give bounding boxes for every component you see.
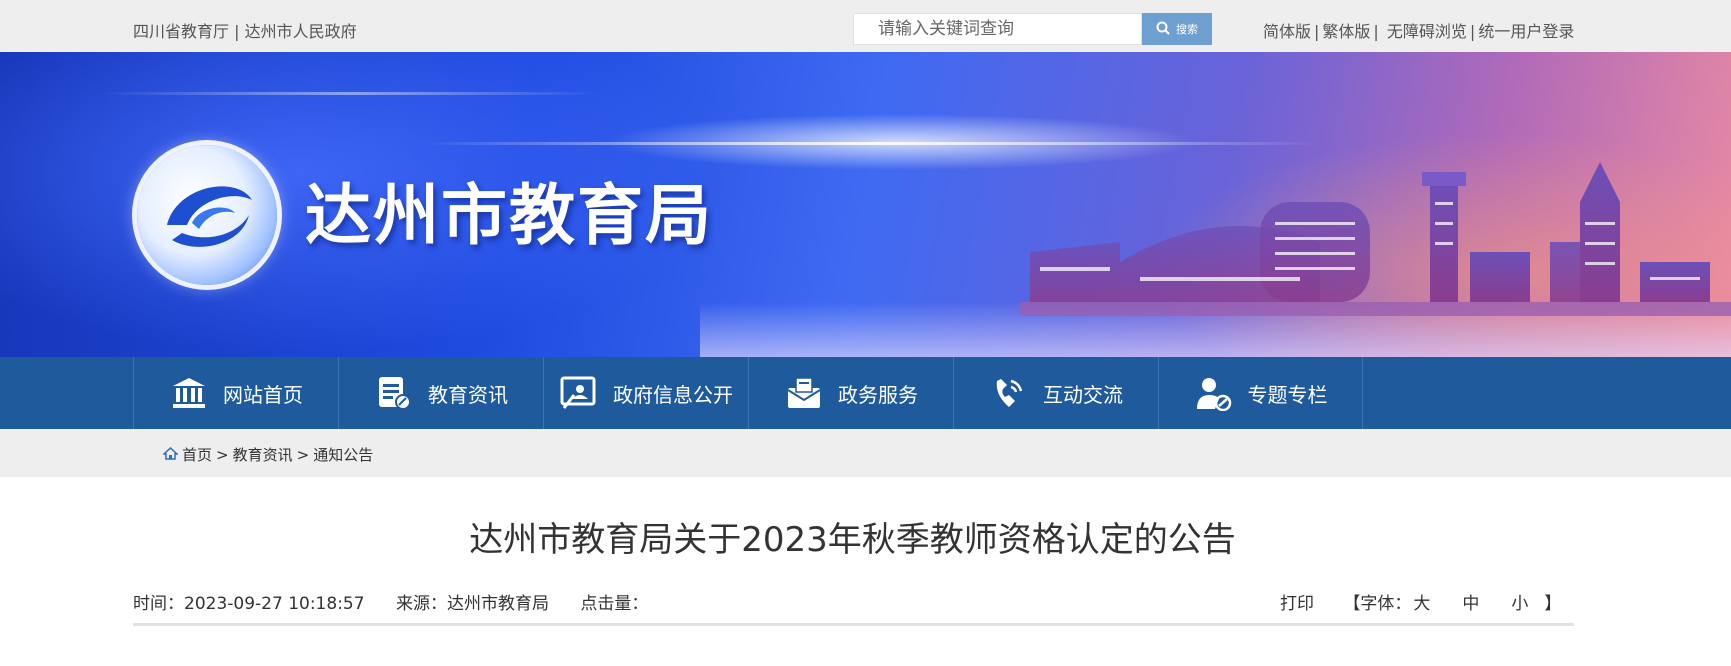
- font-size-open: 【字体：: [1343, 594, 1412, 614]
- header-banner: 达州市教育局: [0, 52, 1731, 357]
- link-province-education[interactable]: 四川省教育厅: [133, 22, 229, 41]
- nav-item-gov-services[interactable]: 政务服务: [748, 357, 953, 429]
- link-accessible[interactable]: 无障碍浏览: [1387, 22, 1467, 41]
- search-button[interactable]: 搜索: [1142, 13, 1212, 45]
- search-icon: [1156, 21, 1170, 38]
- source-label: 来源：: [395, 594, 447, 614]
- breadcrumb-home[interactable]: 首页: [182, 444, 212, 465]
- nav-item-label: 政府信息公开: [613, 382, 733, 407]
- font-medium-button[interactable]: 中: [1462, 594, 1479, 614]
- nav-item-special-topics[interactable]: 专题专栏: [1158, 357, 1363, 429]
- logo-emblem-icon[interactable]: [137, 145, 277, 285]
- search-box: [853, 13, 1142, 45]
- source-value: 达州市教育局: [446, 594, 549, 614]
- link-user-login[interactable]: 统一用户登录: [1478, 22, 1574, 41]
- divider: |: [1314, 22, 1320, 41]
- nav-item-label: 网站首页: [223, 382, 303, 407]
- phone-icon: [989, 373, 1029, 413]
- divider: |: [1373, 22, 1379, 41]
- breadcrumb-separator: >: [216, 445, 229, 464]
- home-building-icon: [169, 373, 209, 413]
- nav-item-label: 政务服务: [838, 382, 918, 407]
- article-meta: 时间：2023-09-27 10:18:57 来源：达州市教育局 点击量：: [133, 589, 674, 614]
- nav-item-gov-info[interactable]: 政府信息公开: [543, 357, 748, 429]
- source: 来源：达州市教育局: [396, 594, 549, 614]
- main-navigation: 网站首页 教育资讯 政府信息公开 政务服务 互动交流 专题专栏: [0, 357, 1731, 429]
- view-count: 点击量：: [580, 594, 649, 614]
- search-button-label: 搜索: [1176, 23, 1198, 36]
- nav-item-label: 教育资讯: [428, 382, 508, 407]
- nav-item-interaction[interactable]: 互动交流: [953, 357, 1158, 429]
- service-envelope-icon: [784, 373, 824, 413]
- publish-time: 时间：2023-09-27 10:18:57: [133, 594, 365, 614]
- top-utility-bar: 四川省教育厅 | 达州市人民政府 搜索 简体版|繁体版| 无障碍浏览|统一用户登…: [0, 0, 1731, 52]
- font-large-button[interactable]: 大: [1413, 594, 1430, 614]
- link-simplified[interactable]: 简体版: [1263, 22, 1311, 41]
- top-links-right: 简体版 | 繁体版 | 无障碍浏览 | 统一用户登录: [1263, 18, 1574, 42]
- link-city-government[interactable]: 达州市人民政府: [245, 22, 357, 41]
- breadcrumb-bar: 首页 > 教育资讯 > 通知公告: [0, 429, 1731, 477]
- gov-info-icon: [559, 373, 599, 413]
- time-label: 时间：: [133, 594, 184, 614]
- search-input[interactable]: [854, 14, 1141, 44]
- top-links-left: 四川省教育厅 | 达州市人民政府: [133, 18, 357, 42]
- user-topic-icon: [1194, 373, 1234, 413]
- nav-item-education-news[interactable]: 教育资讯: [338, 357, 543, 429]
- breadcrumb-notices[interactable]: 通知公告: [313, 444, 373, 465]
- article-title: 达州市教育局关于2023年秋季教师资格认定的公告: [469, 520, 1236, 560]
- home-icon: [162, 446, 179, 464]
- print-button[interactable]: 打印: [1280, 594, 1314, 614]
- divider: |: [1469, 22, 1476, 41]
- city-skyline-icon: [1020, 162, 1731, 316]
- divider: |: [234, 22, 240, 41]
- breadcrumb-separator: >: [296, 445, 310, 464]
- breadcrumb: 首页 > 教育资讯 > 通知公告: [162, 444, 373, 465]
- time-value: 2023-09-27 10:18:57: [184, 594, 365, 614]
- site-title[interactable]: 达州市教育局: [305, 162, 713, 258]
- light-streak: [100, 92, 600, 95]
- nav-item-label: 专题专栏: [1247, 382, 1328, 407]
- news-document-icon: [374, 373, 414, 413]
- font-size-close: 】: [1544, 594, 1562, 614]
- breadcrumb-education-news[interactable]: 教育资讯: [233, 444, 293, 465]
- article-tools: 打印 【字体：大 中 小】: [1280, 589, 1561, 614]
- divider-line: [133, 623, 1574, 626]
- font-small-button[interactable]: 小: [1511, 594, 1528, 614]
- link-traditional[interactable]: 繁体版: [1322, 22, 1370, 41]
- nav-item-home[interactable]: 网站首页: [133, 357, 338, 429]
- nav-item-label: 互动交流: [1043, 382, 1123, 407]
